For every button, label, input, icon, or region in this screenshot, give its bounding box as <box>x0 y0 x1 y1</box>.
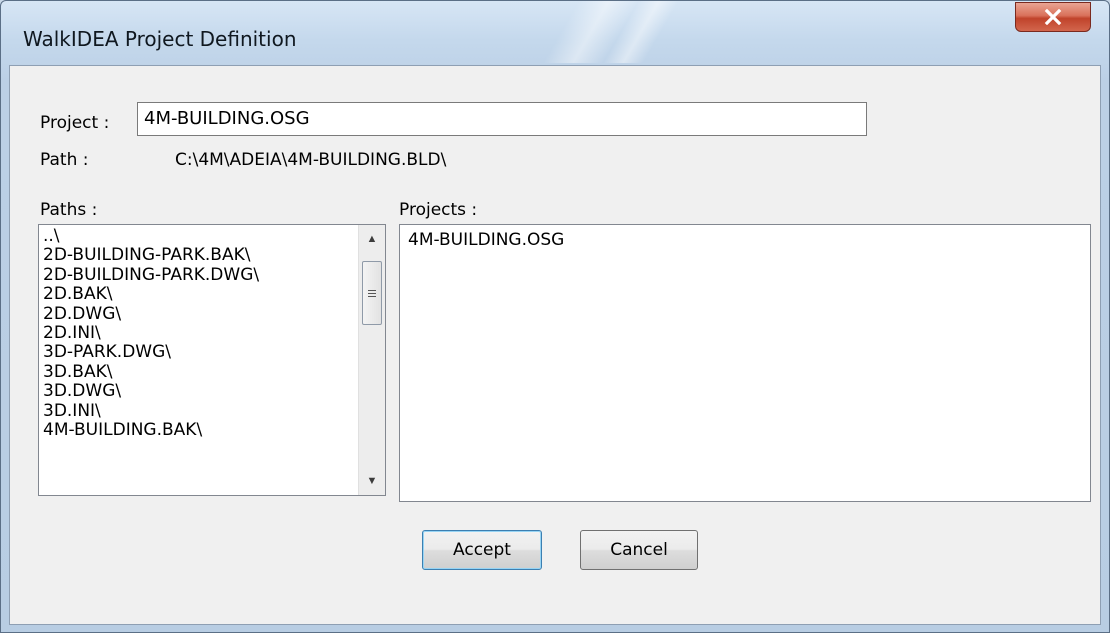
grip-icon <box>368 288 376 299</box>
list-item[interactable]: 2D-BUILDING-PARK.BAK\ <box>43 245 259 265</box>
dialog-window: WalkIDEA Project Definition Project : 4M… <box>0 0 1110 633</box>
window-title: WalkIDEA Project Definition <box>23 27 297 51</box>
list-item[interactable]: 4M-BUILDING.OSG <box>408 230 564 250</box>
list-item[interactable]: 2D.INI\ <box>43 323 259 343</box>
projects-label: Projects : <box>399 200 478 220</box>
list-item[interactable]: ..\ <box>43 226 259 246</box>
list-item[interactable]: 2D-BUILDING-PARK.DWG\ <box>43 265 259 285</box>
project-label: Project : <box>40 113 110 133</box>
cancel-button[interactable]: Cancel <box>580 530 698 570</box>
close-button[interactable] <box>1015 2 1091 32</box>
scroll-up-arrow-icon[interactable]: ▲ <box>359 227 385 251</box>
list-item[interactable]: 3D.DWG\ <box>43 381 259 401</box>
accept-button[interactable]: Accept <box>422 530 542 570</box>
path-label: Path : <box>40 150 89 170</box>
list-item[interactable]: 3D.BAK\ <box>43 362 259 382</box>
close-x-icon <box>1044 9 1062 25</box>
path-value: C:\4M\ADEIA\4M-BUILDING.BLD\ <box>175 150 447 170</box>
list-item[interactable]: 3D.INI\ <box>43 401 259 421</box>
paths-scrollbar[interactable]: ▲ ▼ <box>358 225 385 495</box>
paths-label: Paths : <box>40 200 98 220</box>
projects-listbox[interactable]: 4M-BUILDING.OSG <box>399 224 1091 502</box>
title-bar[interactable]: WalkIDEA Project Definition <box>1 1 1109 63</box>
projects-list-items: 4M-BUILDING.OSG <box>408 230 564 250</box>
project-input[interactable]: 4M-BUILDING.OSG <box>137 102 867 136</box>
scroll-thumb[interactable] <box>362 261 382 325</box>
list-item[interactable]: 2D.BAK\ <box>43 284 259 304</box>
paths-listbox[interactable]: ..\ 2D-BUILDING-PARK.BAK\ 2D-BUILDING-PARK… <box>38 224 386 496</box>
dialog-client-area: Project : 4M-BUILDING.OSG Path : C:\4M\A… <box>9 65 1101 625</box>
list-item[interactable]: 4M-BUILDING.BAK\ <box>43 420 259 440</box>
list-item[interactable]: 3D-PARK.DWG\ <box>43 343 259 363</box>
scroll-down-arrow-icon[interactable]: ▼ <box>359 469 385 493</box>
paths-list-items: ..\ 2D-BUILDING-PARK.BAK\ 2D-BUILDING-PARK… <box>43 226 259 440</box>
list-item[interactable]: 2D.DWG\ <box>43 304 259 324</box>
